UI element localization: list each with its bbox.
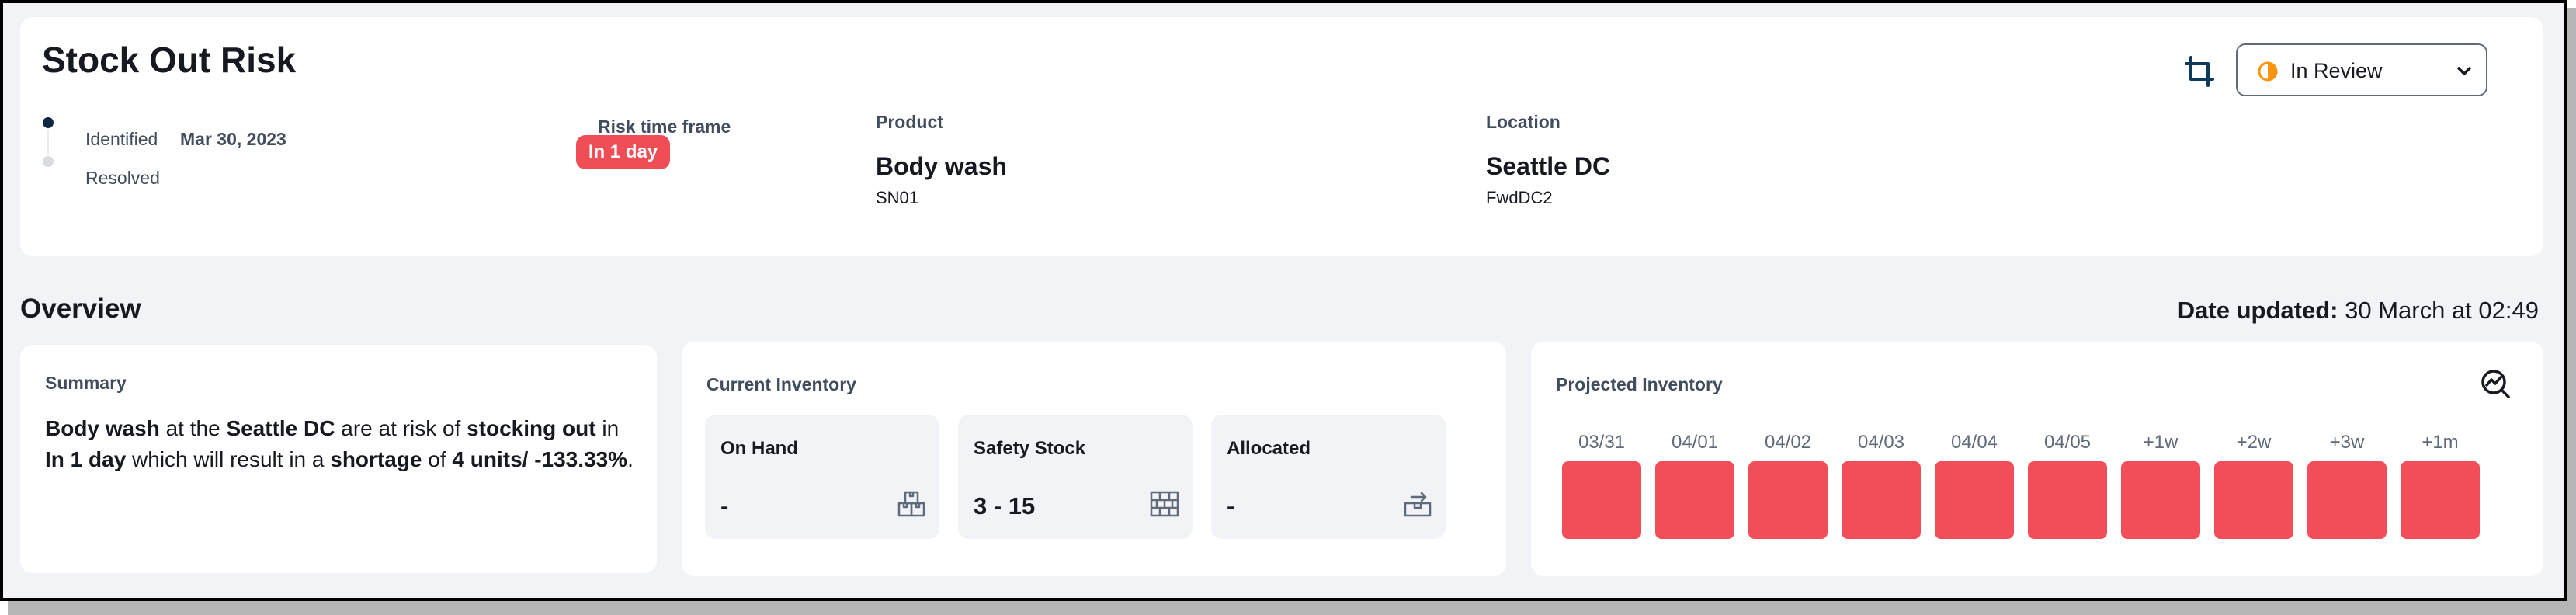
box-transfer-icon	[1404, 492, 1432, 517]
status-select[interactable]: In Review	[2236, 43, 2487, 96]
page-title: Stock Out Risk	[42, 40, 297, 80]
projected-period-cell[interactable]	[1562, 461, 1641, 539]
crop-icon[interactable]	[2183, 54, 2217, 89]
date-updated-value: 30 March at 02:49	[2345, 297, 2539, 324]
inventory-box-on-hand: On Hand -	[705, 415, 939, 539]
summary-text-part: are at risk of	[335, 416, 467, 440]
inventory-value: -	[1227, 492, 1235, 519]
summary-text-part: of	[422, 447, 453, 471]
summary-text-part: .	[627, 447, 634, 471]
timeline-label-resolved: Resolved	[85, 168, 160, 188]
projected-period-label: +3w	[2329, 432, 2365, 453]
summary-shortage-amount: 4 units/ -133.33%	[452, 447, 628, 471]
projected-period-label: 04/03	[1857, 432, 1905, 453]
summary-shortage: shortage	[330, 447, 422, 471]
current-inventory-label: Current Inventory	[706, 374, 856, 394]
boxes-icon	[897, 491, 925, 517]
projected-period-label: 03/31	[1578, 432, 1626, 453]
frame-shadow	[2567, 8, 2576, 609]
timeline-line	[47, 129, 49, 155]
location-label: Location	[1486, 112, 1561, 132]
summary-label: Summary	[45, 373, 127, 393]
projected-period-cell[interactable]	[2307, 461, 2387, 539]
date-updated: Date updated: 30 March at 02:49	[2178, 297, 2539, 325]
overview-title: Overview	[20, 294, 141, 324]
summary-product: Body wash	[45, 416, 160, 440]
summary-text-part: which will result in a	[126, 447, 331, 471]
projected-period-cell[interactable]	[2401, 461, 2480, 539]
product-label: Product	[876, 112, 943, 132]
projected-period-cell[interactable]	[1935, 461, 2014, 539]
projected-period-label: 04/05	[2043, 432, 2092, 453]
location-code: FwdDC2	[1486, 188, 1553, 207]
projected-period-label: 04/01	[1671, 432, 1719, 453]
inventory-box-allocated: Allocated -	[1211, 415, 1446, 539]
projected-inventory-label: Projected Inventory	[1556, 374, 1723, 394]
risk-time-frame-badge: In 1 day	[576, 135, 670, 169]
frame-shadow	[8, 601, 2576, 615]
inventory-title: On Hand	[720, 438, 798, 459]
projected-period-cell[interactable]	[1748, 461, 1828, 539]
pallet-stack-icon	[1150, 491, 1179, 517]
inventory-value: 3 - 15	[974, 492, 1036, 519]
projected-period-cell[interactable]	[2214, 461, 2293, 539]
projected-period-label: +1m	[2422, 432, 2459, 453]
projected-period-cell[interactable]	[2028, 461, 2107, 539]
inventory-box-safety-stock: Safety Stock 3 - 15	[958, 415, 1193, 539]
projected-period-label: 04/04	[1950, 432, 1998, 453]
date-updated-label: Date updated:	[2177, 297, 2338, 324]
inventory-title: Safety Stock	[974, 438, 1086, 459]
summary-risk: stocking out	[467, 416, 596, 440]
summary-text-part: at the	[159, 416, 227, 440]
projected-period-cell[interactable]	[1655, 461, 1734, 539]
projected-period-label: 04/02	[1764, 432, 1812, 453]
projected-period-cell[interactable]	[1842, 461, 1921, 539]
risk-time-frame-label: Risk time frame	[598, 116, 731, 137]
summary-location: Seattle DC	[226, 416, 335, 440]
summary-text: Body wash at the Seattle DC are at risk …	[45, 413, 635, 475]
chevron-down-icon	[2457, 67, 2471, 75]
projected-period-label: +2w	[2236, 432, 2272, 453]
timeline-date-identified: Mar 30, 2023	[180, 129, 286, 149]
product-code: SN01	[876, 188, 919, 207]
summary-timeframe: In 1 day	[45, 447, 127, 471]
location-name: Seattle DC	[1486, 152, 1611, 180]
header-card	[20, 17, 2543, 256]
product-name: Body wash	[876, 152, 1007, 180]
timeline-dot-resolved	[43, 156, 54, 167]
timeline-label-identified: Identified	[85, 129, 158, 149]
chart-search-icon[interactable]	[2480, 368, 2511, 399]
inventory-title: Allocated	[1227, 438, 1311, 459]
half-circle-icon	[2258, 61, 2278, 82]
projected-period-label: +1w	[2143, 432, 2178, 453]
summary-text-part: in	[595, 416, 620, 440]
status-value: In Review	[2290, 59, 2383, 82]
inventory-value: -	[720, 492, 729, 519]
projected-period-cell[interactable]	[2121, 461, 2200, 539]
timeline-dot-identified	[43, 117, 54, 128]
